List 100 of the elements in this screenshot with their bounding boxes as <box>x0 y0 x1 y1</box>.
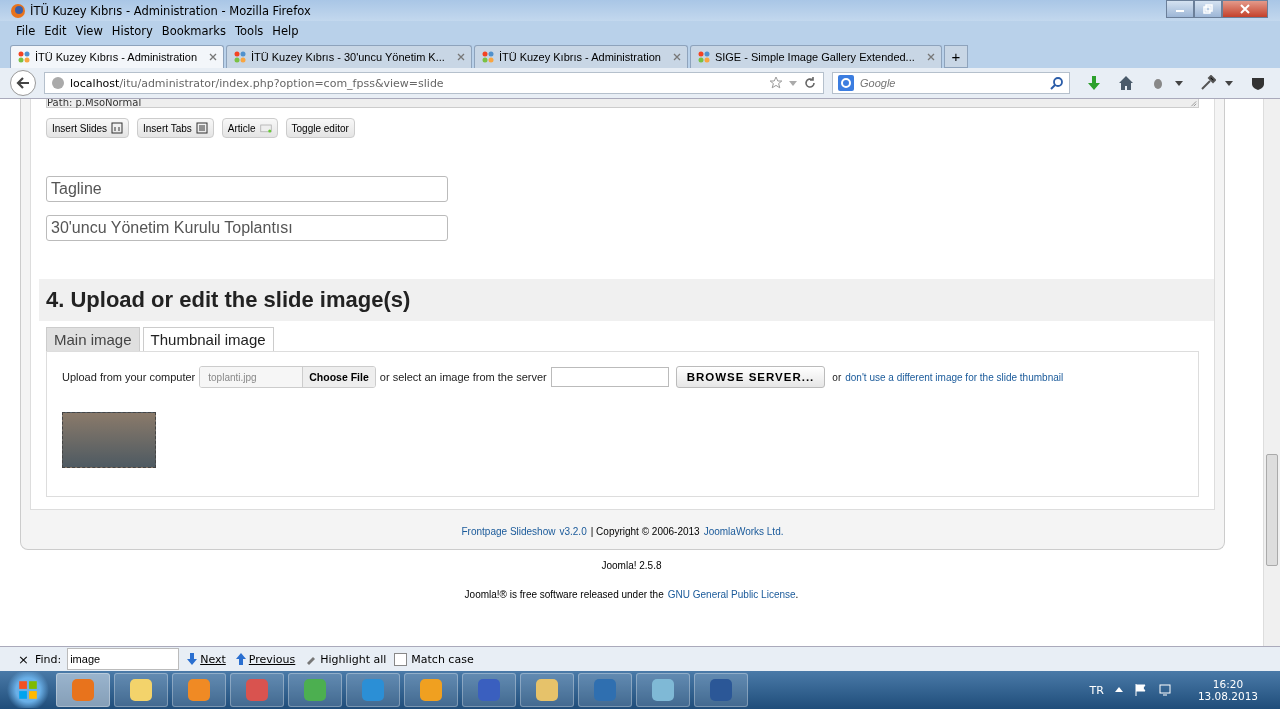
back-button[interactable] <box>10 70 36 96</box>
language-indicator[interactable]: TR <box>1089 683 1104 697</box>
tray-arrow-icon[interactable] <box>1113 685 1124 695</box>
image-tab[interactable]: Thumbnail image <box>142 327 274 351</box>
network-icon[interactable] <box>1157 683 1172 697</box>
editor-button[interactable]: Toggle editor <box>285 118 355 138</box>
search-bar[interactable]: Google <box>832 72 1070 94</box>
text-field[interactable]: 30'uncu Yönetim Kurulu Toplantısı <box>46 215 448 241</box>
close-icon <box>1240 4 1250 14</box>
taskbar-app-icon[interactable] <box>462 673 516 707</box>
find-label: Find: <box>34 652 62 666</box>
dropdown-icon[interactable] <box>1174 78 1184 88</box>
restore-icon <box>1203 4 1213 14</box>
taskbar-app-icon[interactable] <box>636 673 690 707</box>
dropdown-icon[interactable] <box>1224 78 1234 88</box>
back-arrow-icon <box>15 75 31 91</box>
match-case-label: Match case <box>411 652 474 666</box>
upload-label: Upload from your computer <box>62 371 196 383</box>
taskbar-app-icon[interactable] <box>404 673 458 707</box>
joomla-logo-icon <box>17 50 31 64</box>
scrollbar[interactable] <box>1263 99 1280 646</box>
firefox-icon <box>10 2 26 19</box>
text-field[interactable]: Tagline <box>46 176 448 202</box>
menu-item[interactable]: Tools <box>235 23 264 38</box>
tab-title: İTÜ Kuzey Kıbrıs - Administration <box>35 51 197 63</box>
editor-button[interactable]: Insert Tabs <box>137 118 214 138</box>
joomla-logo-icon <box>233 50 247 64</box>
menu-item[interactable]: Edit <box>44 23 67 38</box>
browser-tab[interactable]: İTÜ Kuzey Kıbrıs - Administration <box>473 45 688 68</box>
file-name: toplanti.jpg <box>200 367 303 387</box>
close-button[interactable] <box>1222 0 1268 18</box>
tab-title: SIGE - Simple Image Gallery Extended... <box>714 51 915 63</box>
clock-date[interactable]: 13.08.2013 <box>1197 690 1258 702</box>
google-icon <box>838 75 854 91</box>
article-icon <box>259 122 272 134</box>
close-icon[interactable] <box>926 53 935 61</box>
tabs-icon <box>195 122 208 134</box>
editor-button[interactable]: Insert Slides <box>46 118 130 138</box>
address-bar[interactable]: localhost/itu/administrator/index.php?option=com_fpss&view=slide <box>44 72 824 94</box>
star-icon[interactable] <box>769 76 783 90</box>
copyright-text: | Copyright © 2006-2013 <box>590 526 700 537</box>
editor-path: Path: p.MsoNormal <box>47 99 142 107</box>
taskbar-app-icon[interactable] <box>230 673 284 707</box>
version-text: v3.2.0 <box>559 526 587 537</box>
resize-grip-icon[interactable] <box>1188 99 1198 107</box>
company-link[interactable]: JoomlaWorks Ltd. <box>703 526 784 537</box>
close-find-icon[interactable]: × <box>18 651 29 667</box>
url-text: localhost/itu/administrator/index.php?option=com_fpss&view=slide <box>70 76 445 90</box>
browser-tab[interactable]: İTÜ Kuzey Kıbrıs - Administration <box>10 45 224 68</box>
download-arrow-icon[interactable] <box>1086 75 1102 91</box>
menu-item[interactable]: History <box>111 23 153 38</box>
reload-icon[interactable] <box>803 76 817 90</box>
restore-button[interactable] <box>1194 0 1222 18</box>
menu-item[interactable]: View <box>75 23 103 38</box>
joomla-logo-icon <box>480 50 495 64</box>
menu-item[interactable]: Help <box>272 23 299 38</box>
browser-tab[interactable]: İTÜ Kuzey Kıbrıs - 30'uncu Yönetim K... <box>226 45 472 68</box>
windows-logo-icon <box>17 679 39 701</box>
flag-icon[interactable] <box>1133 683 1148 697</box>
close-icon[interactable] <box>672 53 681 61</box>
highlight-all-button[interactable]: Highlight all <box>303 652 389 666</box>
taskbar-app-icon[interactable] <box>578 673 632 707</box>
joomla-logo-icon <box>696 50 711 64</box>
close-icon[interactable] <box>456 53 465 61</box>
or-text: or <box>832 371 842 383</box>
home-icon[interactable] <box>1118 75 1134 91</box>
down-arrow-icon <box>187 653 198 665</box>
server-label: or select an image from the server <box>379 371 547 383</box>
taskbar-app-icon[interactable] <box>694 673 748 707</box>
up-arrow-icon <box>235 653 246 665</box>
find-field[interactable]: image <box>67 648 180 670</box>
taskbar-app-icon[interactable] <box>288 673 342 707</box>
file-input[interactable]: toplanti.jpg Choose File <box>199 366 376 388</box>
tab-title: İTÜ Kuzey Kıbrıs - 30'uncu Yönetim K... <box>251 51 445 63</box>
next-button[interactable]: Next <box>185 652 228 666</box>
taskbar-app-icon[interactable] <box>172 673 226 707</box>
choose-file-button[interactable]: Choose File <box>302 367 375 387</box>
browser-tab[interactable]: SIGE - Simple Image Gallery Extended... <box>689 45 942 68</box>
new-tab-button[interactable]: + <box>943 45 968 68</box>
server-image-field[interactable] <box>550 367 669 387</box>
clock-time[interactable]: 16:20 <box>1212 678 1244 690</box>
editor-button[interactable]: Article <box>221 118 278 138</box>
previous-button[interactable]: Previous <box>233 652 298 666</box>
minimize-button[interactable] <box>1166 0 1194 18</box>
taskbar-app-icon[interactable] <box>346 673 400 707</box>
menu-item[interactable]: Bookmarks <box>161 23 226 38</box>
license-link[interactable]: GNU General Public License <box>667 589 796 600</box>
taskbar-app-icon[interactable] <box>520 673 574 707</box>
slides-icon <box>111 122 124 134</box>
thumbnail-link[interactable]: don't use a different image for the slide thumbnail <box>845 371 1064 383</box>
close-icon[interactable] <box>209 53 217 61</box>
tab-title: İTÜ Kuzey Kıbrıs - Administration <box>498 51 661 63</box>
taskbar-app-icon[interactable] <box>114 673 168 707</box>
image-tab[interactable]: Main image <box>46 327 140 351</box>
match-case-checkbox[interactable] <box>394 652 408 666</box>
product-link[interactable]: Frontpage Slideshow <box>461 526 556 537</box>
browse-server-button[interactable]: BROWSE SERVER... <box>675 366 826 388</box>
menu-item[interactable]: File <box>16 23 36 38</box>
shield-icon[interactable] <box>1250 75 1266 91</box>
search-icon[interactable] <box>1050 76 1064 90</box>
